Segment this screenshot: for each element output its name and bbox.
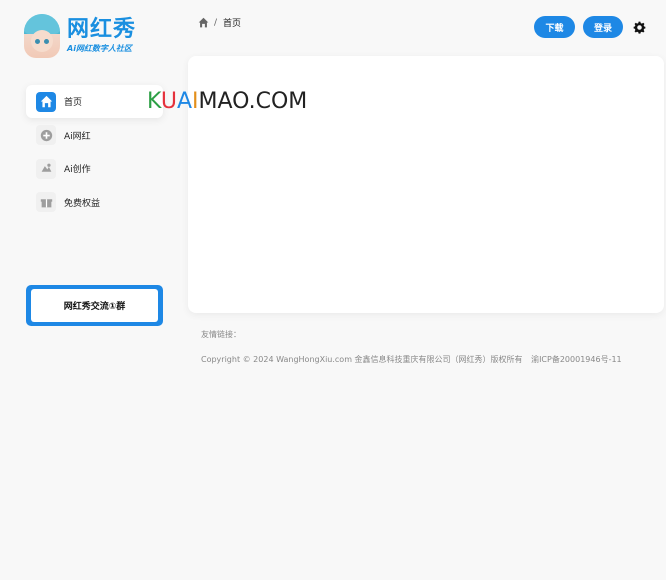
sidebar-nav: 首页 Ai网红 Ai创作 免费权益: [26, 85, 163, 219]
plus-circle-icon: [36, 125, 56, 146]
home-icon[interactable]: [198, 17, 209, 28]
copyright: Copyright © 2024 WangHongXiu.com 金鑫信息科技重…: [201, 354, 622, 365]
breadcrumb-current: 首页: [223, 19, 242, 29]
sidebar-item-label: Ai网红: [64, 131, 91, 142]
login-button[interactable]: 登录: [583, 16, 623, 38]
watermark-logo: KUAIMAO.COM: [147, 89, 307, 114]
gift-icon: [36, 192, 56, 213]
friend-links-label: 友情链接：: [201, 330, 241, 339]
icp-link[interactable]: 渝ICP备20001946号-11: [531, 355, 622, 364]
watermark-part: K: [147, 89, 161, 114]
sidebar-item-label: 首页: [64, 98, 83, 108]
group-card: 网红秀交流①群: [26, 285, 163, 326]
sidebar-item-home[interactable]: 首页: [26, 85, 163, 118]
watermark-part: MAO.COM: [198, 89, 308, 114]
breadcrumb: / 首页: [198, 16, 241, 29]
gear-icon[interactable]: [633, 21, 646, 34]
join-group-button[interactable]: 网红秀交流①群: [31, 289, 158, 322]
brand-logo[interactable]: 网红秀 Ai网红数字人社区: [24, 14, 136, 58]
breadcrumb-separator: /: [214, 17, 218, 28]
watermark-part: U: [160, 89, 177, 114]
brand-text: 网红秀 Ai网红数字人社区: [67, 17, 136, 55]
sidebar-item-label: Ai创作: [64, 165, 91, 176]
page: 网红秀 Ai网红数字人社区 首页 Ai网红 Ai创作 免费权益 网红秀交流①群 …: [0, 0, 666, 580]
home-icon: [36, 91, 56, 112]
download-button[interactable]: 下载: [534, 16, 575, 38]
brand-name: 网红秀: [67, 17, 137, 42]
sidebar-item-ai-creation[interactable]: Ai创作: [26, 152, 163, 185]
sidebar-item-ai-influencer[interactable]: Ai网红: [26, 119, 163, 152]
avatar: [24, 14, 60, 58]
brand-tagline: Ai网红数字人社区: [67, 44, 132, 53]
creation-icon: [36, 158, 56, 179]
sidebar-item-free-benefits[interactable]: 免费权益: [26, 186, 163, 219]
sidebar-item-label: 免费权益: [64, 198, 101, 209]
watermark-part: A: [176, 89, 193, 114]
copyright-text: Copyright © 2024 WangHongXiu.com 金鑫信息科技重…: [201, 355, 523, 364]
